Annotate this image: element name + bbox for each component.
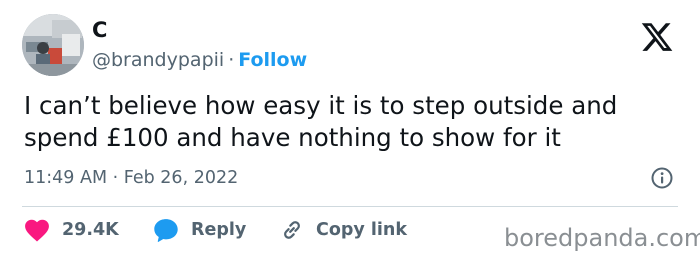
tweet-text: I can’t believe how easy it is to step o… [24, 91, 618, 152]
heart-icon [25, 219, 49, 242]
reply-button[interactable]: Reply [153, 215, 246, 245]
separator-dot: · [228, 49, 235, 71]
display-name[interactable]: C [92, 16, 107, 44]
info-icon[interactable] [651, 167, 673, 189]
reply-label: Reply [191, 220, 247, 240]
avatar-photo-icon [22, 14, 84, 76]
watermark: boredpanda.com [504, 224, 700, 252]
avatar[interactable] [22, 14, 84, 76]
handle-row: @brandypapii · Follow [92, 46, 307, 74]
like-count: 29.4K [62, 220, 119, 240]
link-icon [284, 221, 300, 239]
copy-link-button[interactable]: Copy link [280, 215, 407, 245]
tweet-timestamp[interactable]: 11:49 AM · Feb 26, 2022 [24, 164, 238, 192]
follow-button[interactable]: Follow [238, 49, 307, 71]
action-bar: 29.4K Reply Copy link [24, 215, 504, 245]
x-logo-icon[interactable] [640, 20, 674, 54]
copy-link-label: Copy link [316, 220, 407, 240]
user-handle[interactable]: @brandypapii [92, 49, 224, 71]
tweet-card: C @brandypapii · Follow I can’t believe ho… [0, 0, 700, 256]
speech-bubble-icon [154, 219, 178, 242]
like-button[interactable]: 29.4K [24, 215, 119, 245]
divider [22, 206, 678, 207]
